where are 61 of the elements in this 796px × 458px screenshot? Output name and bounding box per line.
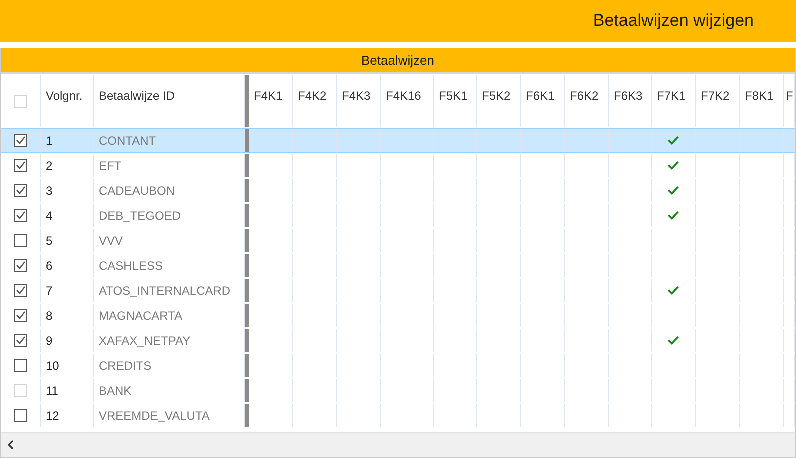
table-cell: XAFAX_NETPAY bbox=[99, 334, 191, 348]
column-header[interactable]: F6K3 bbox=[614, 89, 643, 103]
checkbox[interactable] bbox=[14, 359, 27, 372]
column-header[interactable]: F4K16 bbox=[386, 89, 422, 103]
checkbox[interactable] bbox=[14, 309, 27, 322]
table-cell: MAGNACARTA bbox=[99, 308, 183, 322]
table-cell: CREDITS bbox=[99, 358, 152, 372]
table-cell: DEB_TEGOED bbox=[99, 208, 182, 222]
column-header[interactable]: F5K1 bbox=[439, 89, 468, 103]
table-cell: CONTANT bbox=[99, 134, 156, 148]
checkbox[interactable] bbox=[14, 409, 27, 422]
table-cell: 10 bbox=[46, 358, 60, 372]
table-cell: 5 bbox=[46, 234, 53, 248]
check-icon bbox=[667, 136, 680, 146]
table-cell: 9 bbox=[46, 334, 53, 348]
table-cell: 3 bbox=[46, 184, 53, 198]
column-header[interactable]: F7K1 bbox=[657, 89, 686, 103]
check-icon bbox=[667, 286, 680, 296]
table-cell: 11 bbox=[46, 384, 58, 398]
table-cell: CASHLESS bbox=[99, 258, 164, 272]
table-cell: 2 bbox=[46, 158, 53, 172]
column-header[interactable]: Betaalwijze ID bbox=[99, 89, 176, 103]
column-header[interactable]: F6K1 bbox=[526, 89, 555, 103]
column-header[interactable]: F4K3 bbox=[342, 89, 371, 103]
column-header[interactable]: F4K2 bbox=[298, 89, 327, 103]
window-title: Betaalwijzen wijzigen bbox=[593, 11, 754, 31]
checkbox[interactable] bbox=[14, 159, 27, 172]
scroll-left-icon[interactable] bbox=[7, 440, 14, 450]
table-cell: 1 bbox=[46, 134, 53, 148]
check-icon bbox=[667, 186, 680, 196]
table-row[interactable]: 1 CONTANT bbox=[1, 128, 795, 153]
table-cell: 4 bbox=[46, 208, 53, 222]
table-cell: BANK bbox=[99, 384, 132, 398]
table-cell: 8 bbox=[46, 308, 53, 322]
column-header[interactable]: F6K2 bbox=[570, 89, 599, 103]
checkbox[interactable] bbox=[14, 134, 27, 147]
checkbox[interactable] bbox=[14, 259, 27, 272]
table-cell: VREEMDE_VALUTA bbox=[99, 408, 210, 422]
column-header[interactable]: F bbox=[786, 89, 794, 103]
check-icon bbox=[667, 160, 680, 170]
checkbox[interactable] bbox=[14, 334, 27, 347]
checkbox[interactable] bbox=[14, 209, 27, 222]
horizontal-scrollbar[interactable] bbox=[1, 432, 795, 457]
table-cell: 12 bbox=[46, 408, 60, 422]
checkbox[interactable] bbox=[14, 184, 27, 197]
column-header[interactable]: F7K2 bbox=[701, 89, 730, 103]
checkbox[interactable] bbox=[14, 234, 27, 247]
column-header[interactable]: F5K2 bbox=[482, 89, 511, 103]
table-cell: CADEAUBON bbox=[99, 184, 176, 198]
check-icon bbox=[667, 336, 680, 346]
table-cell: VVV bbox=[99, 234, 124, 248]
checkbox[interactable] bbox=[14, 284, 27, 297]
column-header[interactable]: F4K1 bbox=[254, 89, 283, 103]
column-header[interactable]: F8K1 bbox=[745, 89, 774, 103]
table-cell: 7 bbox=[46, 284, 53, 298]
check-icon bbox=[667, 210, 680, 220]
table-cell: ATOS_INTERNALCARD bbox=[99, 284, 231, 298]
column-header[interactable]: Volgnr. bbox=[46, 89, 83, 103]
table-cell: EFT bbox=[99, 158, 122, 172]
table-cell: 6 bbox=[46, 258, 53, 272]
section-title: Betaalwijzen bbox=[362, 52, 434, 68]
